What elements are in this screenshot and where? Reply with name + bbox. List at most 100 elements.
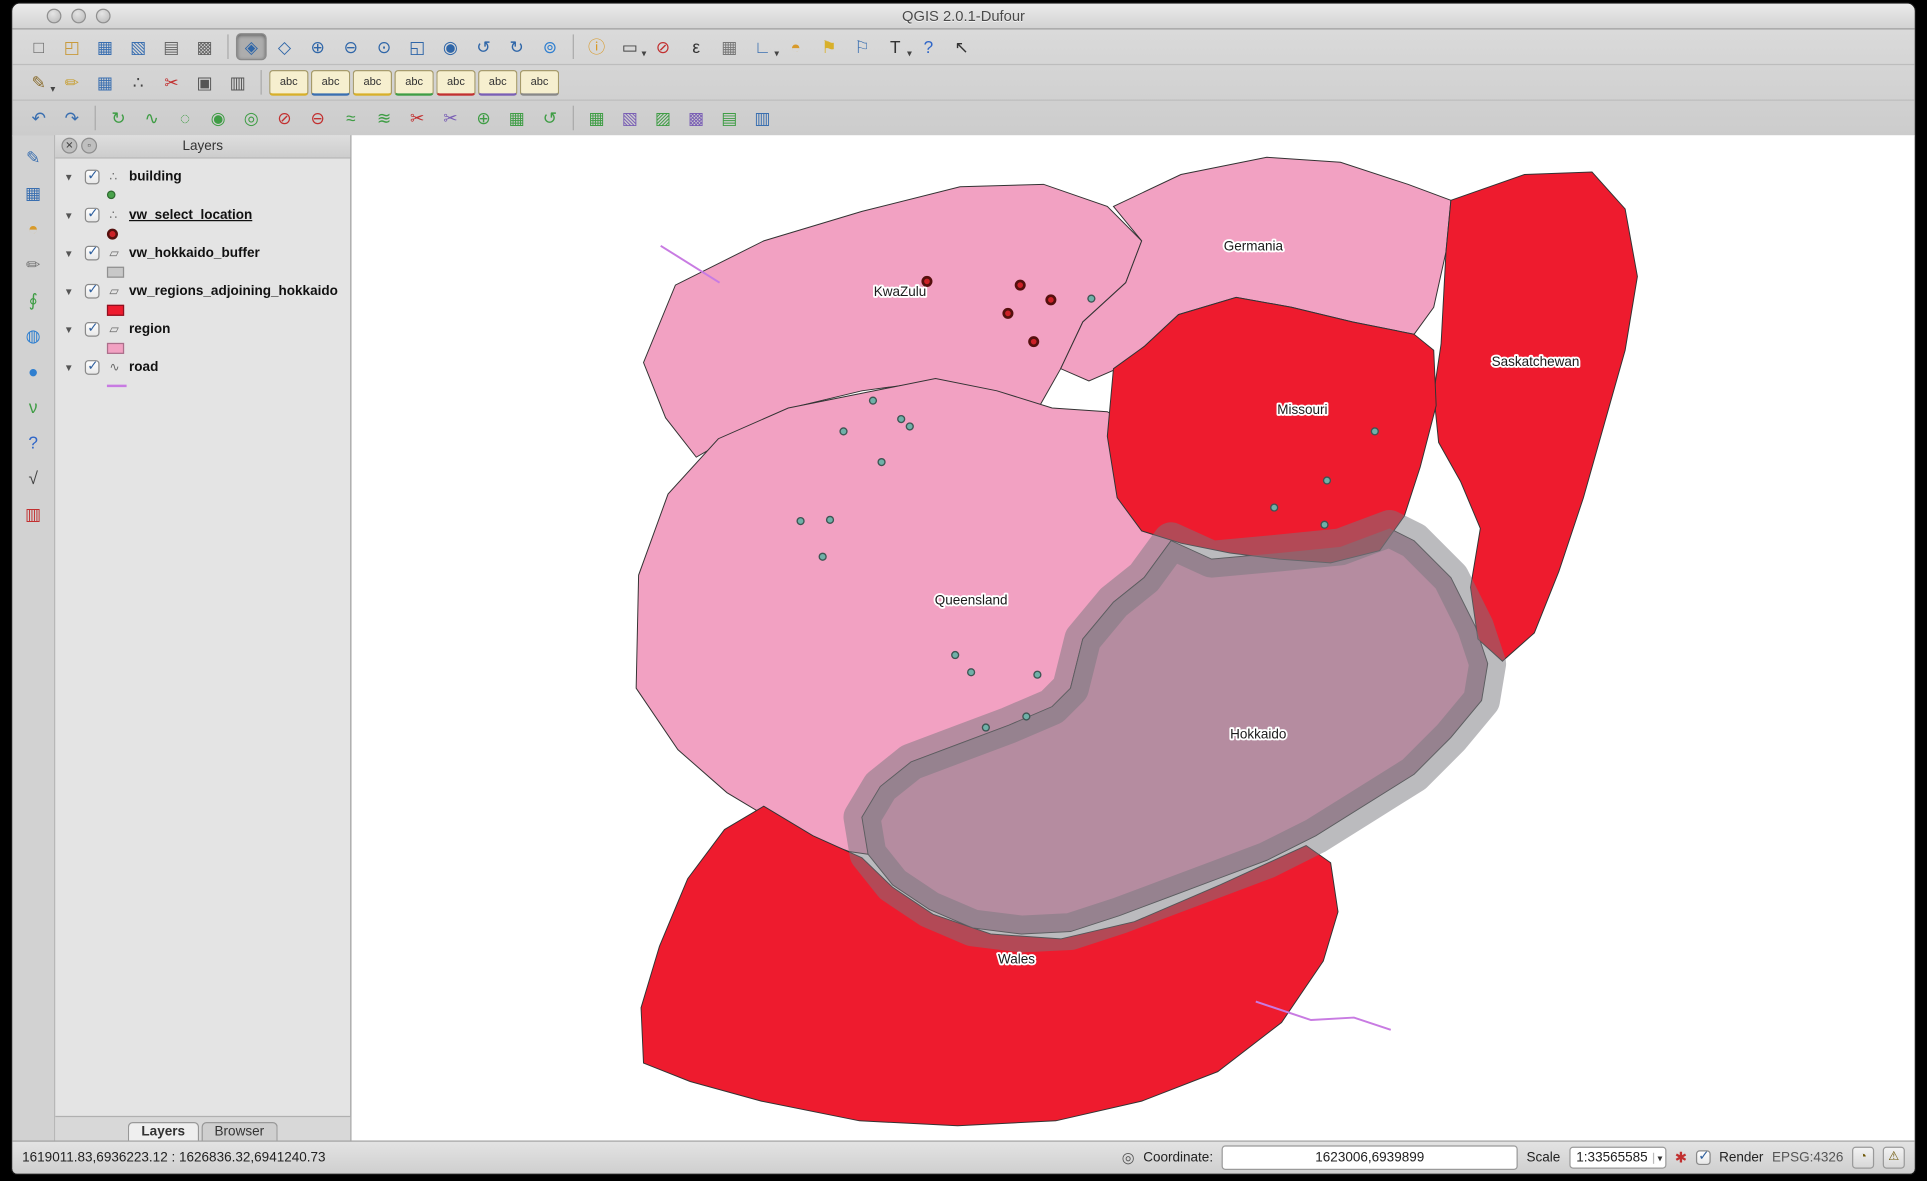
pan-map-button[interactable]: ◈ (236, 33, 267, 60)
zoom-in-button[interactable]: ⊕ (302, 33, 333, 60)
text-annotation-button[interactable]: T▾ (880, 33, 911, 60)
intersect-layers-button[interactable]: ▧ (614, 104, 645, 131)
paste-features-button[interactable]: ▥ (222, 69, 253, 96)
save-project-as-button[interactable]: ▧ (123, 33, 154, 60)
zoom-last-button[interactable]: ↺ (468, 33, 499, 60)
attribute-table-button[interactable]: ▦ (714, 33, 745, 60)
layer-item-vw_regions_adjoining_hokkaido[interactable]: ▼✓▱vw_regions_adjoining_hokkaido (55, 280, 350, 302)
dropdown-arrow-icon[interactable]: ▾ (774, 48, 779, 59)
dropdown-arrow-icon[interactable]: ▾ (50, 84, 55, 95)
layer-item-road[interactable]: ▼✓∿road (55, 356, 350, 378)
globe-plugin-button[interactable]: ● (18, 356, 47, 385)
delete-part-button[interactable]: ⊖ (302, 104, 333, 131)
messages-button[interactable]: ⚠ (1883, 1147, 1905, 1169)
annotation-tool-button[interactable]: ◓ (18, 214, 47, 243)
layer-visibility-checkbox[interactable]: ✓ (85, 246, 100, 261)
node-tool-button[interactable]: ∴ (123, 69, 154, 96)
show-hidden-labels-button[interactable]: abc (394, 69, 433, 95)
layer-visibility-checkbox[interactable]: ✓ (85, 322, 100, 337)
composer-manager-button[interactable]: ▩ (189, 33, 220, 60)
layer-labeling-options-button[interactable]: abc (269, 69, 308, 95)
stop-render-icon[interactable]: ✱ (1675, 1149, 1687, 1166)
checker-plugin-button[interactable]: ▦ (18, 178, 47, 207)
rotate-point-symbols-button[interactable]: ↺ (535, 104, 566, 131)
vector-tool-button[interactable]: ν (18, 392, 47, 421)
sketch-tool-button[interactable]: ✏ (18, 249, 47, 278)
map-canvas[interactable]: KwaZuluGermaniaSaskatchewanMissouriQueen… (351, 135, 1914, 1142)
change-label-properties-button[interactable]: abc (520, 69, 559, 95)
new-project-button[interactable]: □ (23, 33, 54, 60)
pan-to-selection-button[interactable]: ◇ (269, 33, 300, 60)
disclosure-triangle-icon[interactable]: ▼ (64, 324, 74, 335)
merge-features-button[interactable]: ⊕ (468, 104, 499, 131)
select-by-location-button[interactable]: ▦ (581, 104, 612, 131)
offset-curve-button[interactable]: ≋ (369, 104, 400, 131)
clip-layers-button[interactable]: ▩ (681, 104, 712, 131)
cut-features-button[interactable]: ✂ (156, 69, 187, 96)
zoom-full-button[interactable]: ◱ (402, 33, 433, 60)
crs-status-button[interactable]: ◔ (1852, 1147, 1874, 1169)
reshape-features-button[interactable]: ≈ (336, 104, 367, 131)
add-part-button[interactable]: ◉ (203, 104, 234, 131)
scale-combobox[interactable]: 1:33565585 ▾ (1569, 1147, 1666, 1169)
tab-browser[interactable]: Browser (201, 1122, 278, 1142)
coordinate-input[interactable] (1222, 1145, 1518, 1170)
toggle-editing-button[interactable]: ✏ (57, 69, 88, 96)
current-edits-button[interactable]: ✎▾ (23, 69, 54, 96)
zoom-to-selection-button[interactable]: ◉ (435, 33, 466, 60)
disclosure-triangle-icon[interactable]: ▼ (64, 248, 74, 259)
simplify-feature-button[interactable]: ∿ (136, 104, 167, 131)
disclosure-triangle-icon[interactable]: ▼ (64, 286, 74, 297)
spiral-plugin-button[interactable]: ∮ (18, 285, 47, 314)
split-parts-button[interactable]: ✂ (435, 104, 466, 131)
tab-layers[interactable]: Layers (128, 1122, 199, 1142)
help-contents-button[interactable]: ? (18, 428, 47, 457)
refresh-button[interactable]: ⊚ (535, 33, 566, 60)
raster-calc-button[interactable]: ▥ (18, 499, 47, 528)
delete-ring-button[interactable]: ⊘ (269, 104, 300, 131)
measure-button[interactable]: ∟▾ (747, 33, 778, 60)
new-print-composer-button[interactable]: ▤ (156, 33, 187, 60)
vector-add-button[interactable]: √ (18, 463, 47, 492)
deselect-button[interactable]: ⊘ (648, 33, 679, 60)
layer-visibility-checkbox[interactable]: ✓ (85, 208, 100, 223)
new-bookmark-button[interactable]: ⚑ (814, 33, 845, 60)
select-features-button[interactable]: ▭▾ (614, 33, 645, 60)
move-label-button[interactable]: abc (436, 69, 475, 95)
disclosure-triangle-icon[interactable]: ▼ (64, 210, 74, 221)
digitize-tool-button[interactable]: ✎ (18, 143, 47, 172)
web-plugin-button[interactable]: ◍ (18, 321, 47, 350)
undo-button[interactable]: ↶ (23, 104, 54, 131)
split-features-button[interactable]: ✂ (402, 104, 433, 131)
save-project-button[interactable]: ▦ (90, 33, 121, 60)
zoom-out-button[interactable]: ⊖ (336, 33, 367, 60)
layer-item-building[interactable]: ▼✓∴building (55, 166, 350, 188)
whats-this-button[interactable]: ↖ (946, 33, 977, 60)
redo-button[interactable]: ↷ (57, 104, 88, 131)
layer-visibility-checkbox[interactable]: ✓ (85, 284, 100, 299)
layer-visibility-checkbox[interactable]: ✓ (85, 170, 100, 185)
show-bookmarks-button[interactable]: ⚐ (847, 33, 878, 60)
layer-item-vw_hokkaido_buffer[interactable]: ▼✓▱vw_hokkaido_buffer (55, 242, 350, 264)
zoom-next-button[interactable]: ↻ (501, 33, 532, 60)
dropdown-arrow-icon[interactable]: ▾ (907, 48, 912, 59)
processing-toolbox-button[interactable]: ▥ (747, 104, 778, 131)
select-by-expression-button[interactable]: ε (681, 33, 712, 60)
union-layers-button[interactable]: ▨ (648, 104, 679, 131)
layer-item-vw_select_location[interactable]: ▼✓∴vw_select_location (55, 204, 350, 226)
rotate-label-button[interactable]: abc (478, 69, 517, 95)
render-checkbox[interactable] (1696, 1150, 1711, 1165)
disclosure-triangle-icon[interactable]: ▼ (64, 362, 74, 373)
pin-unpin-labels-button[interactable]: abc (353, 69, 392, 95)
chevron-down-icon[interactable]: ▾ (1653, 1152, 1663, 1163)
window-titlebar[interactable]: QGIS 2.0.1-Dufour (12, 4, 1914, 30)
rotate-feature-button[interactable]: ↻ (103, 104, 134, 131)
map-tips-button[interactable]: ◓ (780, 33, 811, 60)
merge-attributes-button[interactable]: ▦ (501, 104, 532, 131)
add-ring-button[interactable]: ◌ (170, 104, 201, 131)
fill-ring-button[interactable]: ◎ (236, 104, 267, 131)
help-button[interactable]: ? (913, 33, 944, 60)
dissolve-layers-button[interactable]: ▤ (714, 104, 745, 131)
dropdown-arrow-icon[interactable]: ▾ (641, 48, 646, 59)
layer-item-region[interactable]: ▼✓▱region (55, 318, 350, 340)
